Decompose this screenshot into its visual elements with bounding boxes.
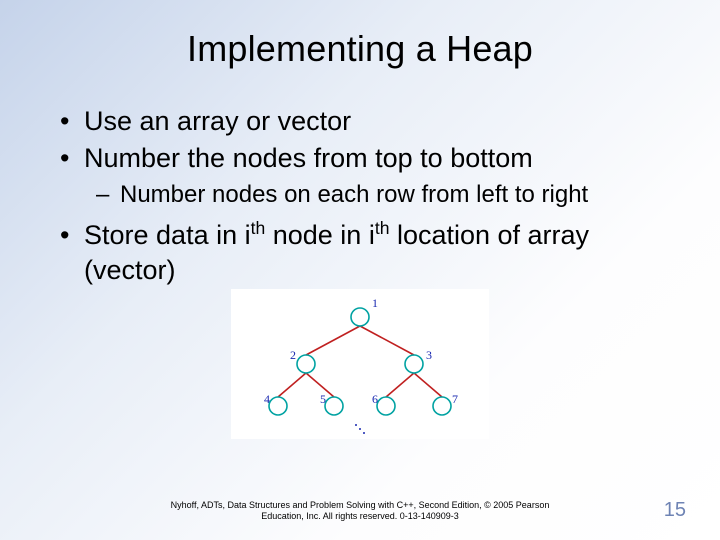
- node-7: [433, 397, 451, 415]
- footer-citation: Nyhoff, ADTs, Data Structures and Proble…: [0, 500, 720, 523]
- label-7: 7: [452, 392, 458, 406]
- edge-2-4: [278, 373, 306, 397]
- tree-diagram-box: 1 2 3 4 5 6 7: [231, 289, 489, 439]
- label-4: 4: [264, 392, 270, 406]
- heap-tree-diagram: 1 2 3 4 5 6 7: [240, 293, 480, 437]
- bullet-3-sup2: th: [375, 218, 390, 238]
- bullet-list: Use an array or vector Number the nodes …: [48, 104, 672, 287]
- node-3: [405, 355, 423, 373]
- ellipsis-dot: [359, 428, 361, 430]
- node-2: [297, 355, 315, 373]
- bullet-3: Store data in ith node in ith location o…: [56, 218, 672, 287]
- edge-3-6: [386, 373, 414, 397]
- slide: Implementing a Heap Use an array or vect…: [0, 0, 720, 540]
- edge-1-3: [360, 326, 414, 355]
- node-1: [351, 308, 369, 326]
- bullet-2-text: Number the nodes from top to bottom: [84, 143, 533, 173]
- node-6: [377, 397, 395, 415]
- bullet-2: Number the nodes from top to bottom Numb…: [56, 141, 672, 211]
- label-1: 1: [372, 296, 378, 310]
- label-5: 5: [320, 392, 326, 406]
- bullet-1-text: Use an array or vector: [84, 106, 351, 136]
- ellipsis-dot: [363, 432, 365, 434]
- bullet-1: Use an array or vector: [56, 104, 672, 139]
- node-5: [325, 397, 343, 415]
- label-6: 6: [372, 392, 378, 406]
- footer-line-2: Education, Inc. All rights reserved. 0-1…: [261, 511, 459, 521]
- bullet-2-sublist: Number nodes on each row from left to ri…: [84, 179, 672, 210]
- slide-title: Implementing a Heap: [48, 28, 672, 70]
- bullet-3-pre: Store data in i: [84, 220, 251, 250]
- bullet-2-sub-1-text: Number nodes on each row from left to ri…: [120, 181, 588, 208]
- label-2: 2: [290, 348, 296, 362]
- tree-diagram-wrap: 1 2 3 4 5 6 7: [48, 289, 672, 439]
- edge-3-7: [414, 373, 442, 397]
- ellipsis-dot: [355, 424, 357, 426]
- node-4: [269, 397, 287, 415]
- footer-line-1: Nyhoff, ADTs, Data Structures and Proble…: [171, 500, 550, 510]
- page-number: 15: [664, 499, 686, 522]
- edge-1-2: [306, 326, 360, 355]
- bullet-2-sub-1: Number nodes on each row from left to ri…: [96, 179, 672, 210]
- bullet-3-sup1: th: [251, 218, 266, 238]
- bullet-3-mid: node in i: [265, 220, 375, 250]
- label-3: 3: [426, 348, 432, 362]
